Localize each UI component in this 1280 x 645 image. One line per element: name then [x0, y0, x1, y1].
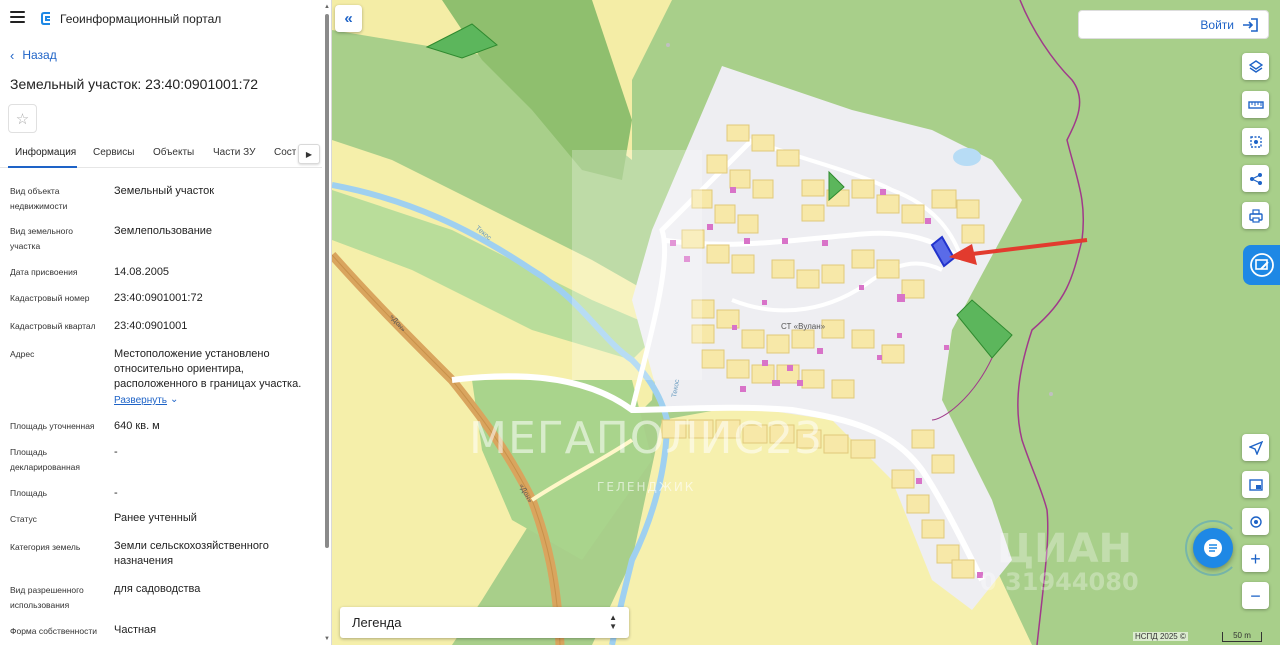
collapse-panel-button[interactable]: «	[335, 5, 362, 32]
attr-label: Категория земель	[10, 542, 81, 552]
navigate-button[interactable]	[1242, 434, 1269, 461]
chat-button[interactable]	[1193, 528, 1233, 568]
geolocation-icon	[1249, 515, 1262, 528]
settlement-label: СТ «Вулан»	[781, 322, 826, 331]
tab-objects[interactable]: Объекты	[153, 147, 194, 158]
attr-label: Кадастровый квартал	[10, 321, 96, 331]
tab-information[interactable]: Информация	[15, 147, 76, 158]
favorite-button[interactable]: ☆	[8, 104, 37, 133]
minimap-icon	[1248, 478, 1263, 491]
minus-icon: −	[1250, 585, 1261, 606]
layers-icon	[1248, 59, 1263, 73]
tab-bar: Информация Сервисы Объекты Части ЗУ Сост…	[0, 140, 322, 168]
attr-label: Вид объекта недвижимости	[10, 186, 68, 211]
map-canvas[interactable]: МЕГАПОЛИС23 ГЕЛЕНДЖИК ЦИАН 0 31944080 СТ…	[332, 0, 1280, 645]
share-icon	[1249, 172, 1262, 185]
pond	[953, 148, 981, 166]
zoom-out-button[interactable]: −	[1242, 582, 1269, 609]
page-title: Земельный участок: 23:40:0901001:72	[10, 76, 259, 92]
portal-title: Геоинформационный портал	[60, 12, 222, 26]
attr-value: Ранее учтенный	[114, 512, 197, 524]
attr-value: 23:40:0901001	[114, 320, 188, 332]
address-value: Местоположение установлено относительно …	[114, 348, 302, 390]
hamburger-icon[interactable]	[10, 11, 25, 25]
ruler-icon	[1247, 100, 1264, 109]
area-select-button[interactable]	[1242, 128, 1269, 155]
attr-label: Адрес	[10, 349, 35, 359]
minimap-button[interactable]	[1242, 471, 1269, 498]
map-dot	[666, 43, 670, 47]
attr-value: 640 кв. м	[114, 420, 160, 432]
login-label: Войти	[1200, 17, 1234, 32]
updown-chevron-icon: ▲ ▼	[609, 613, 617, 631]
tab-parts[interactable]: Части ЗУ	[213, 147, 255, 158]
layers-button[interactable]	[1242, 53, 1269, 80]
login-button[interactable]: Войти	[1078, 10, 1269, 39]
panel-header: Геоинформационный портал	[0, 0, 322, 38]
tabs-scroll-right-button[interactable]: ▶	[298, 144, 320, 164]
scroll-up-icon[interactable]: ▲	[324, 4, 330, 10]
cadastre-tool-button[interactable]	[1243, 245, 1280, 285]
boundary-line	[1017, 0, 1085, 645]
navigation-icon	[1248, 440, 1263, 455]
chevron-right-icon: ▶	[305, 149, 313, 159]
attr-value: -	[114, 487, 118, 499]
portal-logo-icon	[41, 12, 50, 25]
chat-icon	[1204, 539, 1222, 557]
share-button[interactable]	[1242, 165, 1269, 192]
back-link[interactable]: ‹ Назад	[10, 48, 57, 62]
scroll-thumb[interactable]	[325, 14, 329, 548]
tab-composition[interactable]: Соста	[274, 147, 296, 158]
attr-label: Вид разрешенного использования	[10, 585, 84, 610]
attr-value: Землепользование	[114, 225, 213, 237]
attr-value: Частная	[114, 624, 157, 636]
double-chevron-left-icon: «	[344, 10, 353, 27]
attr-value: Земли сельскохозяйственного назначения	[114, 540, 269, 567]
attr-value: -	[114, 446, 118, 458]
legend-label: Легенда	[352, 615, 402, 630]
back-label: Назад	[22, 48, 57, 62]
print-icon	[1248, 208, 1263, 223]
attr-value: 14.08.2005	[114, 266, 170, 278]
map-scale: 50 m	[1222, 632, 1262, 642]
area-select-icon	[1249, 135, 1262, 148]
star-icon: ☆	[15, 110, 30, 128]
copyright-text: НСПД 2025 ©	[1133, 632, 1188, 641]
map-dot	[1049, 392, 1053, 396]
chevron-down-icon[interactable]: ⌄	[170, 394, 178, 405]
attr-label: Площадь	[10, 488, 48, 498]
attr-value: Земельный участок	[114, 185, 215, 197]
active-tab-indicator	[8, 166, 77, 168]
attr-label: Площадь декларированная	[10, 447, 80, 472]
geolocation-button[interactable]	[1242, 508, 1269, 535]
attr-label: Дата присвоения	[10, 267, 78, 277]
print-button[interactable]	[1242, 202, 1269, 229]
zoom-in-button[interactable]: +	[1242, 545, 1269, 572]
green-parcel	[956, 299, 1013, 359]
plus-icon: +	[1250, 548, 1261, 569]
attr-value: 23:40:0901001:72	[114, 292, 203, 304]
attr-label: Вид земельного участка	[10, 226, 74, 251]
attr-label: Площадь уточненная	[10, 421, 95, 431]
expand-link[interactable]: Развернуть	[114, 395, 167, 406]
attr-label: Форма собственности	[10, 626, 97, 636]
ruler-button[interactable]	[1242, 91, 1269, 118]
login-icon	[1243, 17, 1258, 32]
edit-map-icon	[1249, 253, 1274, 277]
legend-dropdown[interactable]: Легенда ▲ ▼	[340, 607, 629, 638]
attr-label: Кадастровый номер	[10, 293, 90, 303]
attr-label: Статус	[10, 514, 37, 524]
panel-scrollbar[interactable]: ▲ ▼	[324, 4, 330, 642]
chevron-left-icon: ‹	[10, 47, 15, 63]
attr-value: для садоводства	[114, 583, 201, 595]
scroll-down-icon[interactable]: ▼	[324, 636, 330, 642]
info-panel: Геоинформационный портал ‹ Назад Земельн…	[0, 0, 332, 645]
tab-services[interactable]: Сервисы	[93, 147, 134, 158]
